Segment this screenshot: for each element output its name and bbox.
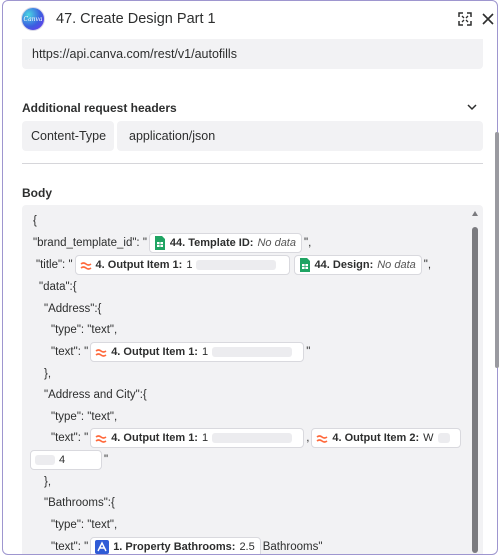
step-title: 47. Create Design Part 1 (56, 11, 216, 27)
code-line: "Address":{ (44, 303, 102, 315)
data-pill[interactable]: 44. Design: No data (293, 255, 422, 275)
canva-logo-icon: Canva (21, 7, 45, 31)
headers-section-label: Additional request headers (22, 101, 177, 115)
code-line: 4 " (28, 449, 108, 471)
code-line: "Address and City":{ (44, 389, 147, 401)
formatter-icon (316, 435, 328, 443)
divider (22, 163, 483, 164)
scroll-up-icon[interactable] (472, 211, 478, 216)
formatter-icon (95, 435, 107, 443)
body-scrollbar-thumb[interactable] (472, 227, 478, 553)
code-line: "type": "text", (51, 411, 118, 423)
body-scrollbar[interactable] (471, 209, 479, 554)
code-line: "title": " 4. Output Item 1: 1 44. Design… (36, 254, 431, 276)
formatter-icon (95, 349, 107, 357)
header-value-field[interactable]: application/json (117, 121, 483, 151)
page-scrollbar-thumb[interactable] (495, 132, 499, 368)
google-sheets-icon (299, 258, 310, 272)
code-line: "text": " 4. Output Item 1: 1 , 4. Output… (51, 427, 463, 449)
code-line: }, (44, 476, 52, 488)
page-scrollbar[interactable] (494, 36, 500, 368)
code-line: { (33, 215, 37, 227)
data-pill-continuation[interactable]: 4 (30, 450, 102, 470)
code-line: "text": " 1. Property Bathrooms: 2.5 Bath… (51, 536, 322, 554)
step-content[interactable]: https://api.canva.com/rest/v1/autofills … (3, 39, 497, 554)
data-pill[interactable]: 44. Template ID: No data (148, 233, 302, 253)
header-key-field[interactable]: Content-Type (22, 121, 114, 151)
property-app-icon (95, 540, 110, 554)
url-field[interactable]: https://api.canva.com/rest/v1/autofills (22, 39, 483, 69)
data-pill[interactable]: 4. Output Item 1: 1 (90, 428, 305, 448)
expand-icon[interactable] (458, 12, 472, 26)
formatter-icon (80, 262, 92, 270)
code-line: }, (44, 368, 52, 380)
chevron-down-icon[interactable] (466, 102, 478, 112)
step-panel: Canva 47. Create Design Part 1 https://a… (2, 0, 498, 555)
body-editor[interactable]: { "brand_template_id": " 44. Template ID… (22, 205, 483, 554)
code-line: "type": "text", (51, 324, 118, 336)
data-pill[interactable]: 4. Output Item 1: 1 (74, 255, 290, 275)
code-line: "Bathrooms":{ (44, 497, 115, 509)
body-section-label: Body (22, 186, 52, 200)
close-icon[interactable] (481, 12, 495, 26)
code-line: "text": " 4. Output Item 1: 1 " (51, 341, 310, 363)
code-line: "brand_template_id": " 44. Template ID: N… (33, 232, 311, 254)
step-header: Canva 47. Create Design Part 1 (3, 1, 497, 39)
google-sheets-icon (154, 236, 165, 250)
data-pill[interactable]: 4. Output Item 2: W (311, 428, 462, 448)
data-pill[interactable]: 4. Output Item 1: 1 (90, 342, 305, 362)
data-pill[interactable]: 1. Property Bathrooms: 2.5 (90, 537, 261, 554)
code-line: "data":{ (39, 281, 77, 293)
code-line: "type": "text", (51, 519, 118, 531)
